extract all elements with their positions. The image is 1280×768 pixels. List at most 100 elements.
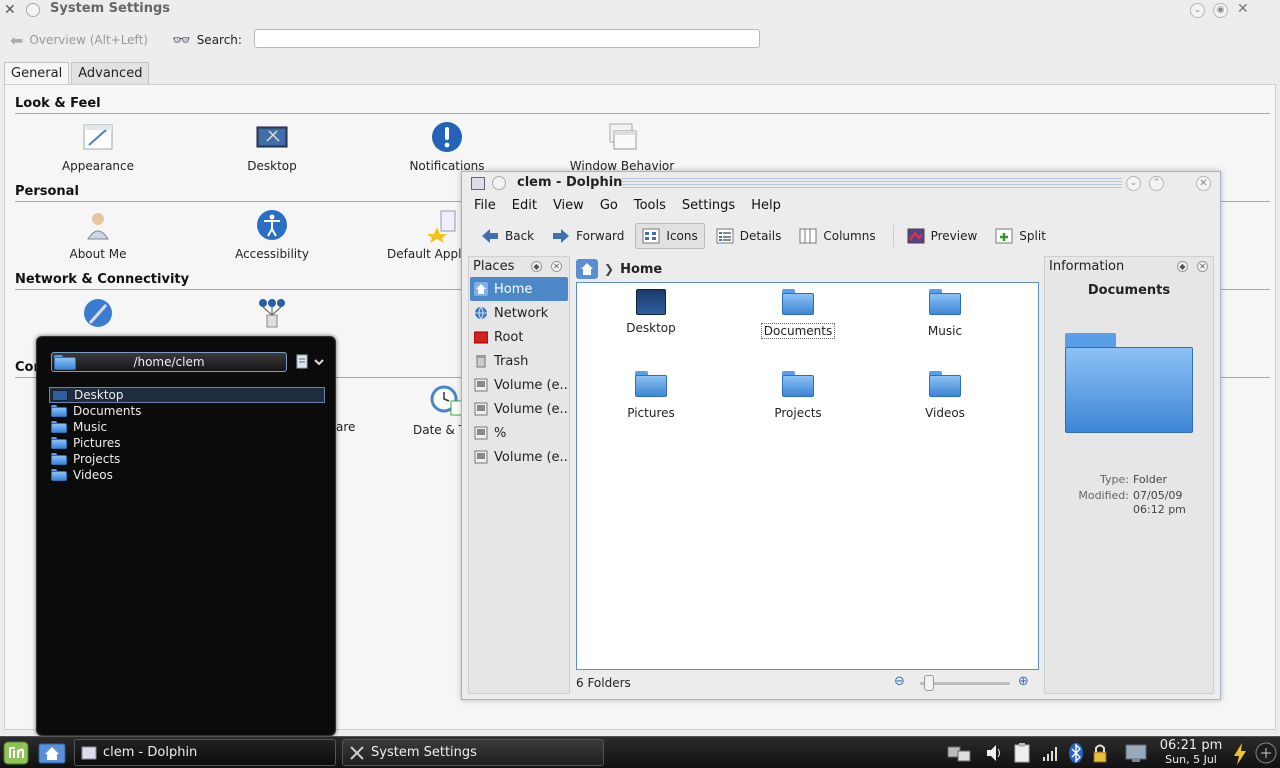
icons-view-button[interactable]: Icons [635,223,705,249]
window-menu-button[interactable] [492,176,506,190]
menu-tools[interactable]: Tools [634,198,666,218]
close-icon[interactable]: ✕ [1237,1,1249,17]
back-arrow-icon: ⬅ [10,30,24,50]
network-device-icon[interactable] [944,741,974,765]
task-dolphin[interactable]: clem - Dolphin [74,739,336,766]
system-settings-titlebar[interactable]: ✕ System Settings ⌄ ◉ ✕ [0,0,1280,20]
list-item[interactable]: Videos [49,467,325,483]
columns-icon [799,227,817,245]
place-volume-1[interactable]: Volume (e... [470,373,568,397]
tab-advanced[interactable]: Advanced [71,62,150,84]
module-desktop[interactable]: Desktop [192,121,352,173]
place-volume-3[interactable]: Volume (e... [470,445,568,469]
file-manager-icon [81,745,97,761]
list-item[interactable]: Desktop [49,387,325,403]
arrow-left-icon [481,227,499,245]
drive-icon [474,450,488,464]
search-input[interactable] [254,29,760,48]
module-accessibility[interactable]: Accessibility [192,209,352,261]
tab-general[interactable]: General [4,62,70,84]
accessibility-icon [255,209,289,243]
menu-help[interactable]: Help [751,198,781,218]
place-network[interactable]: Network [470,301,568,325]
clock[interactable]: 06:21 pm Sun, 5 Jul [1158,738,1224,767]
back-button[interactable]: Back [474,223,541,249]
module-about-me[interactable]: About Me [18,209,178,261]
task-system-settings[interactable]: System Settings [342,739,604,766]
list-item[interactable]: Documents [49,403,325,419]
close-panel-button[interactable]: ✕ [551,261,562,272]
module-sharing[interactable] [192,297,352,337]
network-globe-icon [474,306,488,320]
cashew-icon[interactable] [1254,741,1278,768]
bluetooth-icon[interactable] [1066,741,1086,765]
file-item-pictures[interactable]: Pictures [601,371,701,420]
menu-settings[interactable]: Settings [682,198,735,218]
keep-above-button[interactable]: ◉ [1213,3,1228,18]
file-item-projects[interactable]: Projects [748,371,848,420]
signal-strength-icon[interactable] [1040,741,1060,765]
drive-icon [474,378,488,392]
breadcrumb-current[interactable]: Home [620,262,662,277]
place-trash[interactable]: Trash [470,349,568,373]
chevron-right-icon[interactable]: ❯ [604,262,614,276]
application-menu-button[interactable] [2,740,30,766]
close-button[interactable]: ✕ [1196,176,1211,191]
list-item[interactable]: Music [49,419,325,435]
menu-edit[interactable]: Edit [512,198,537,218]
place-home[interactable]: Home [470,277,568,301]
home-icon[interactable] [576,259,598,279]
file-view[interactable]: Desktop Documents Music Pictures Project… [576,282,1039,670]
forward-button[interactable]: Forward [545,223,631,249]
module-notifications[interactable]: Notifications [367,121,527,173]
location-breadcrumb[interactable]: ❯ Home [576,258,662,280]
search-label: Search: [196,33,242,47]
menu-view[interactable]: View [553,198,584,218]
menu-file[interactable]: File [474,198,496,218]
details-view-button[interactable]: Details [709,223,789,249]
place-percent[interactable]: % [470,421,568,445]
show-home-button[interactable] [38,741,66,765]
menu-go[interactable]: Go [600,198,618,218]
columns-view-button[interactable]: Columns [792,223,882,249]
zoom-handle[interactable] [924,675,934,691]
file-item-videos[interactable]: Videos [895,371,995,420]
settings-tabs: General Advanced [4,62,151,84]
file-item-documents[interactable]: Documents [748,289,848,339]
folder-view-menu-button[interactable] [295,353,331,371]
back-label: Back [505,229,535,243]
network-manager-icon[interactable] [1124,741,1148,765]
power-icon[interactable] [1230,742,1250,768]
file-item-desktop[interactable]: Desktop [601,289,701,335]
split-button[interactable]: Split [988,223,1053,249]
maximize-button[interactable]: ⌃ [1149,176,1164,191]
overview-button[interactable]: ⬅ Overview (Alt+Left) [10,30,148,50]
place-root[interactable]: Root [470,325,568,349]
window-menu-button[interactable] [26,3,40,17]
zoom-in-icon[interactable]: ⊕ [1018,674,1029,689]
meta-value: Folder [1133,473,1167,486]
place-volume-2[interactable]: Volume (e... [470,397,568,421]
preview-button[interactable]: Preview [900,223,985,249]
zoom-out-icon[interactable]: ⊖ [894,674,905,689]
clipboard-icon[interactable] [1012,741,1032,765]
zoom-slider[interactable]: ⊖ ⊕ [894,674,1034,692]
section-divider [15,113,1270,114]
file-item-music[interactable]: Music [895,289,995,338]
lock-icon[interactable] [1090,741,1110,765]
module-window-behavior[interactable]: Window Behavior [542,121,702,173]
module-appearance[interactable]: Appearance [18,121,178,173]
minimize-button[interactable]: ⌄ [1190,3,1205,18]
volume-icon[interactable] [984,741,1004,765]
appearance-icon [81,121,115,155]
folder-view-path[interactable]: /home/clem [51,352,287,372]
close-panel-button[interactable]: ✕ [1197,261,1208,272]
list-item[interactable]: Pictures [49,435,325,451]
list-item[interactable]: Projects [49,451,325,467]
dolphin-titlebar[interactable]: clem - Dolphin ⌄ ⌃ ✕ [462,172,1220,194]
float-panel-button[interactable]: ◆ [531,261,542,272]
float-panel-button[interactable]: ◆ [1177,261,1188,272]
section-heading-network: Network & Connectivity [15,272,190,287]
minimize-button[interactable]: ⌄ [1126,176,1141,191]
module-network-settings[interactable] [18,297,178,337]
